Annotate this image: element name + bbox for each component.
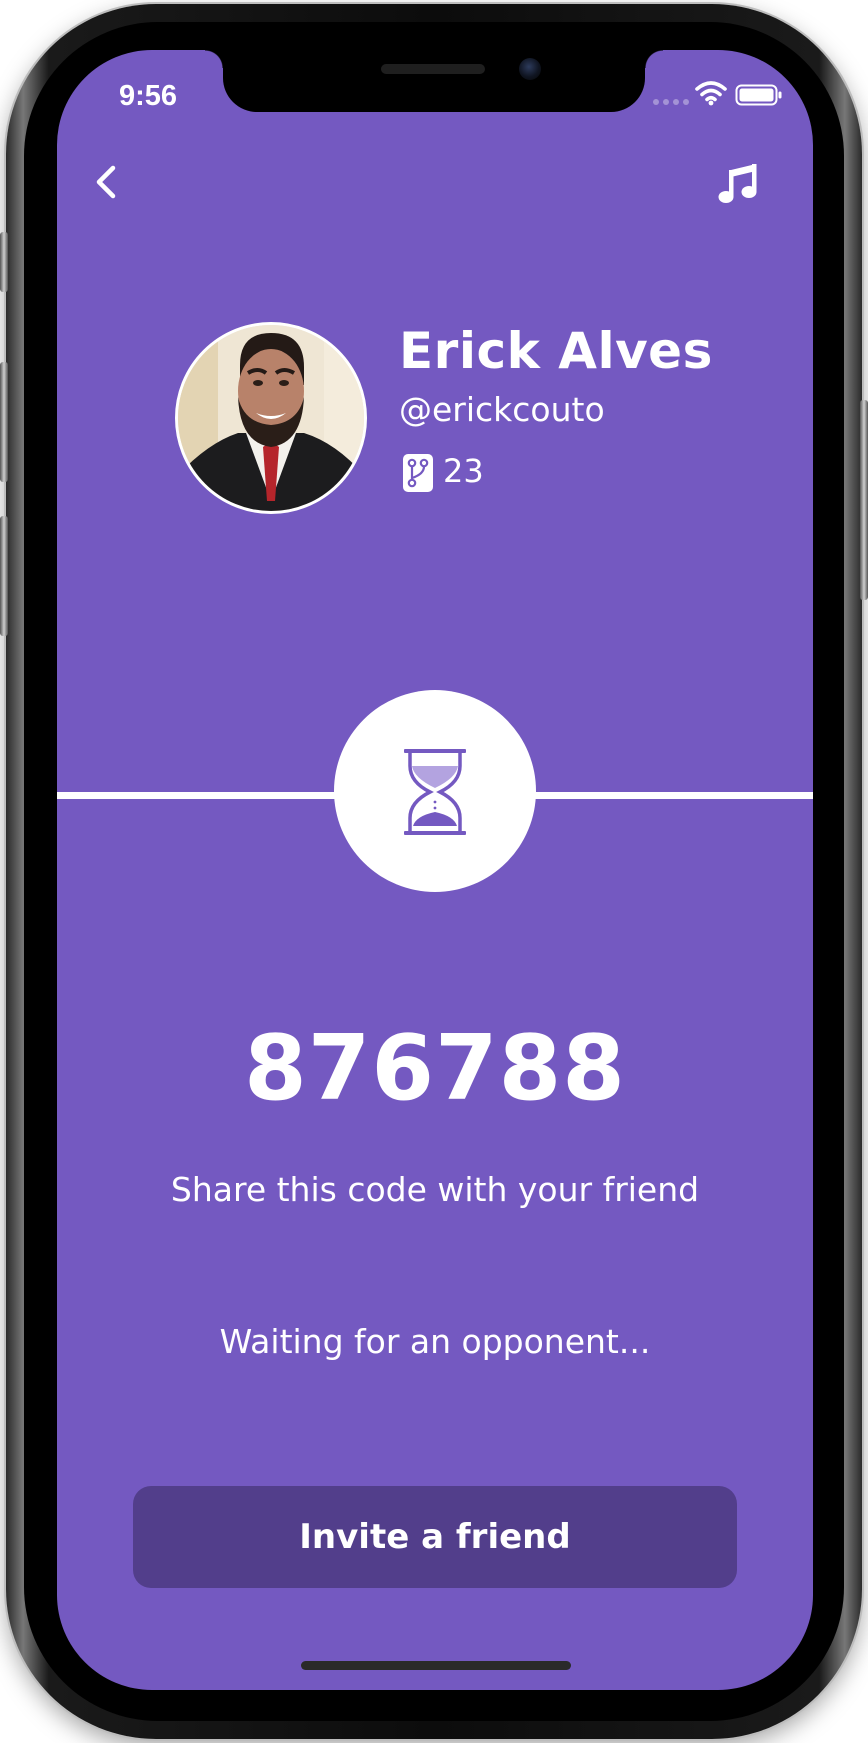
match-status-circle — [334, 690, 536, 892]
volume-up-button — [0, 362, 8, 482]
user-name: Erick Alves — [399, 322, 713, 380]
notch — [205, 50, 663, 112]
avatar — [175, 322, 367, 514]
hourglass-icon — [404, 749, 466, 835]
repo-count: 23 — [443, 452, 484, 490]
volume-down-button — [0, 516, 8, 636]
status-time: 9:56 — [119, 80, 178, 112]
speaker — [381, 64, 485, 74]
front-camera — [519, 58, 541, 80]
signal-dots — [653, 99, 689, 105]
music-toggle-button[interactable] — [715, 160, 761, 206]
power-button — [860, 400, 868, 600]
home-indicator[interactable] — [301, 1661, 571, 1670]
chevron-left-icon — [96, 165, 116, 199]
user-photo — [178, 325, 364, 511]
invite-friend-button[interactable]: Invite a friend — [133, 1486, 737, 1588]
silent-switch — [0, 232, 8, 292]
battery-icon — [735, 84, 782, 106]
music-note-icon — [718, 164, 757, 203]
back-button[interactable] — [87, 160, 127, 204]
user-handle: @erickcouto — [399, 390, 605, 429]
share-hint: Share this code with your friend — [170, 1170, 700, 1209]
git-branch-icon — [403, 454, 433, 492]
wifi-icon — [695, 81, 727, 106]
game-code: 876788 — [244, 1016, 626, 1121]
waiting-status: Waiting for an opponent... — [219, 1322, 651, 1361]
app-screen: 9:56 Erick Alves @erickcouto 23 876788 S… — [57, 50, 813, 1690]
